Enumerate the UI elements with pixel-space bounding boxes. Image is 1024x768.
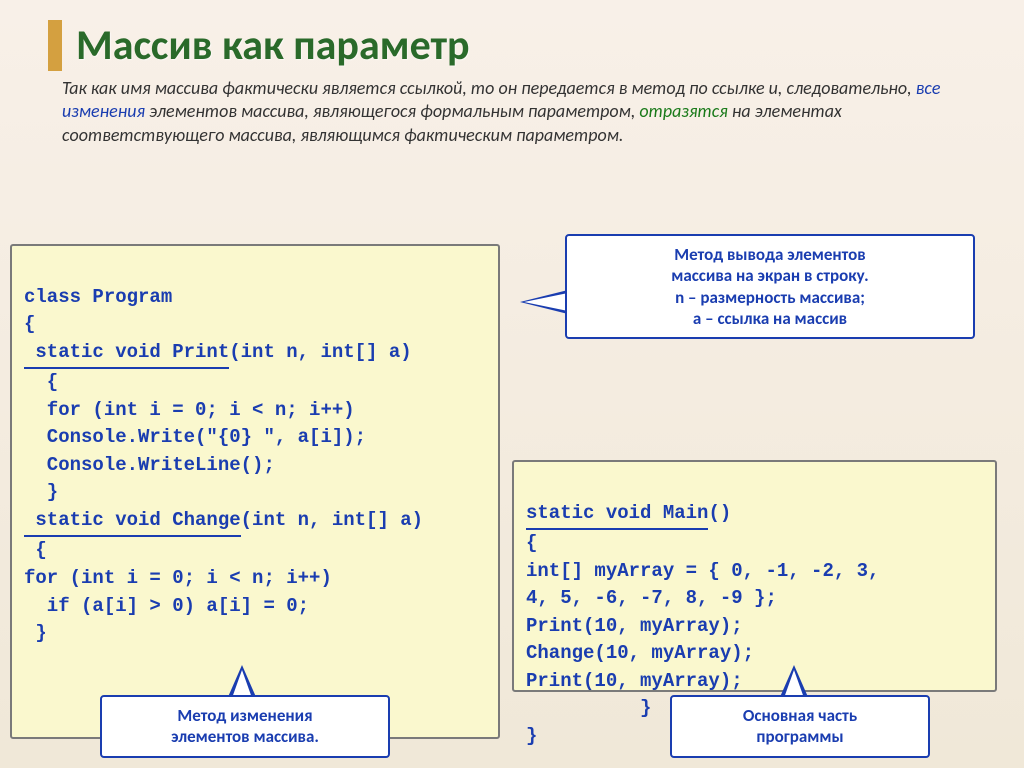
code-line: Print(10, myArray);: [526, 615, 743, 637]
intro-mid1: элементов массива, являющегося формальны…: [145, 100, 639, 122]
code-line: for (int i = 0; i < n; i++): [24, 567, 332, 589]
callout-line: Основная часть: [684, 705, 916, 726]
callout-tail: [520, 290, 568, 314]
code-line: (int n, int[] a): [241, 509, 423, 531]
title-block: Массив как параметр: [48, 20, 984, 71]
code-line: {: [24, 313, 35, 335]
callout-main-part: Основная часть программы: [670, 695, 930, 758]
code-line: Console.Write("{0} ", a[i]);: [24, 426, 366, 448]
callout-line: элементов массива.: [114, 726, 376, 747]
code-line: for (int i = 0; i < n; i++): [24, 399, 355, 421]
callout-line: n – размерность массива;: [579, 287, 961, 308]
code-line: (): [708, 502, 731, 524]
code-line: Console.WriteLine();: [24, 454, 275, 476]
callout-line: Метод изменения: [114, 705, 376, 726]
code-line: int[] myArray = { 0, -1, -2, 3,: [526, 560, 879, 582]
code-line: }: [24, 481, 58, 503]
code-line: if (a[i] > 0) a[i] = 0;: [24, 595, 309, 617]
callout-line: программы: [684, 726, 916, 747]
code-line: 4, 5, -6, -7, 8, -9 };: [526, 587, 777, 609]
callout-method-change: Метод изменения элементов массива.: [100, 695, 390, 758]
code-line: class Program: [24, 286, 172, 308]
intro-text: Так как имя массива фактически является …: [62, 77, 984, 147]
code-underline: static void Print: [24, 339, 229, 370]
code-line: {: [526, 532, 537, 554]
callout-method-output: Метод вывода элементов массива на экран …: [565, 234, 975, 339]
code-line: }: [24, 622, 47, 644]
code-line: {: [24, 539, 47, 561]
code-line: (int n, int[] a): [229, 341, 411, 363]
callout-tail: [228, 665, 256, 697]
code-line: {: [24, 371, 58, 393]
callout-line: a – ссылка на массив: [579, 308, 961, 329]
code-underline: static void Change: [24, 507, 241, 538]
intro-pre: Так как имя массива фактически является …: [62, 77, 916, 99]
page-title: Массив как параметр: [76, 20, 984, 71]
code-line: Print(10, myArray);: [526, 670, 743, 692]
code-line: }: [526, 725, 537, 747]
code-block-right: static void Main() { int[] myArray = { 0…: [512, 460, 997, 692]
code-line: Change(10, myArray);: [526, 642, 754, 664]
code-underline: static void Main: [526, 500, 708, 531]
intro-em2: отразятся: [639, 100, 727, 122]
callout-line: Метод вывода элементов: [579, 244, 961, 265]
callout-tail: [780, 665, 808, 697]
callout-line: массива на экран в строку.: [579, 265, 961, 286]
code-line: }: [526, 697, 651, 719]
